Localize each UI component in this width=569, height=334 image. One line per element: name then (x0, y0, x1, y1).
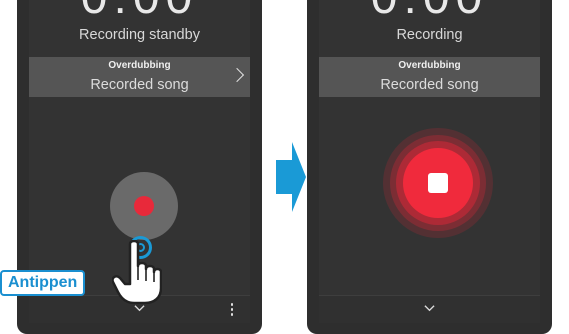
bottom-bar (319, 295, 540, 323)
record-button[interactable] (110, 172, 178, 240)
overdub-selector[interactable]: Overdubbing Recorded song (319, 57, 540, 97)
clock-display: 0:00 (319, 0, 540, 25)
stop-icon (428, 173, 448, 193)
tap-hand-icon (112, 240, 162, 304)
stop-button[interactable] (403, 148, 473, 218)
overdub-selector[interactable]: Overdubbing Recorded song (29, 57, 250, 97)
overdub-song-name: Recorded song (380, 77, 479, 93)
arrow-right-icon (276, 142, 306, 212)
record-icon (134, 196, 154, 216)
overdub-title: Overdubbing (108, 60, 171, 71)
chevron-down-icon[interactable] (133, 303, 145, 314)
overdub-song-name: Recorded song (90, 77, 189, 93)
clock-display: 0:00 (29, 0, 250, 25)
chevron-down-icon[interactable] (423, 303, 435, 314)
overdub-title: Overdubbing (398, 60, 461, 71)
status-label: Recording standby (79, 27, 200, 43)
status-label: Recording (396, 27, 463, 43)
more-vertical-icon[interactable] (230, 303, 234, 317)
tap-callout-label: Antippen (0, 270, 86, 296)
